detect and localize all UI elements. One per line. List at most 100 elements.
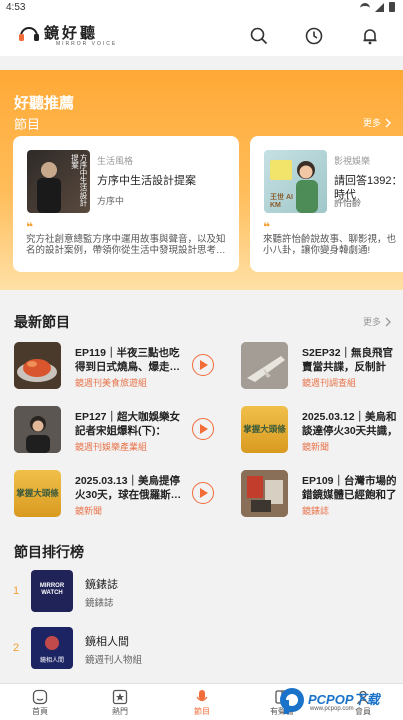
bell-icon (363, 29, 377, 45)
nav-programs[interactable]: 節目 (162, 684, 242, 720)
episode-cover: 掌握大頭條 (241, 406, 288, 453)
featured-section: 好聽推薦 節目 更多 方序中生活設計提案 生活風格 方序中生活設計提案 方序中 … (0, 70, 403, 290)
featured-cover-text: 王世 AI KM (270, 194, 293, 209)
episode-cover (14, 342, 61, 389)
featured-subtitle: 節目 (14, 117, 41, 132)
episode-item[interactable]: 掌握大頭條 2025.03.12｜美烏和談達停火30天共識，待… 鏡新聞 (241, 406, 403, 456)
featured-title-text: 方序中生活設計提案 (97, 175, 196, 187)
app-logo[interactable]: 鏡好聽 (18, 22, 98, 43)
chevron-right-icon (385, 118, 391, 127)
featured-card[interactable]: 王世 AI KM 影視娛樂 請回答1392：時代 許怡齡 ❝ 來聽許怡齡說故事、… (250, 136, 403, 272)
food-cover-image (14, 342, 61, 389)
ranking-subtitle: 鏡錶誌 (85, 598, 114, 609)
watermark-sub: www.pcpop.com (310, 706, 354, 712)
ranking-item[interactable]: 1 MIRROR WATCH 鏡錶誌 鏡錶誌 (0, 570, 403, 622)
jet-cover-image (241, 342, 288, 389)
chevron-right-icon (385, 317, 391, 326)
home-icon (32, 689, 48, 705)
system-icons (360, 2, 395, 12)
clock-icon (305, 27, 323, 45)
ranking-title: 鏡錶誌 (85, 579, 118, 591)
ranking-cover-text: 鏡相人間 (39, 658, 64, 664)
watermark-overlay: PCPOP下载 www.pcpop.com (276, 683, 403, 720)
nav-home[interactable]: 首頁 (0, 684, 80, 720)
episode-item[interactable]: S2EP32｜無良飛官賣當共諜，反制計畫、… 鏡週刊調查組 (241, 342, 403, 392)
star-icon (112, 689, 128, 705)
quote-icon: ❝ (26, 220, 34, 234)
episode-cover: 掌握大頭條 (14, 470, 61, 517)
featured-category: 生活風格 (97, 156, 134, 166)
episode-item[interactable]: EP127｜超大咖娛樂女記者宋姐爆料(下)：追… 鏡週刊娛樂產業組 (14, 406, 224, 456)
search-icon (250, 27, 268, 45)
play-button[interactable] (192, 418, 214, 440)
episode-title: EP119｜半夜三點也吃得到日式燒鳥、爆走… (75, 347, 180, 373)
play-icon (200, 360, 208, 370)
episode-item[interactable]: EP119｜半夜三點也吃得到日式燒鳥、爆走… 鏡週刊美食旅遊組 (14, 342, 224, 392)
logo-subtext: MIRROR VOICE (56, 41, 118, 47)
ranking-subtitle: 鏡週刊人物組 (85, 655, 143, 666)
nav-programs-label: 節目 (194, 707, 210, 716)
ranking-item[interactable]: 2 鏡相人間 鏡相人間 鏡週刊人物組 (0, 627, 403, 679)
rank-number: 2 (13, 642, 20, 654)
featured-cover: 王世 AI KM (264, 150, 327, 213)
episode-source: 鏡錶誌 (302, 506, 330, 516)
quote-icon: ❝ (263, 220, 271, 234)
featured-card[interactable]: 方序中生活設計提案 生活風格 方序中生活設計提案 方序中 ❝ 究方社創意總監方序… (13, 136, 239, 272)
notifications-button[interactable] (358, 24, 382, 48)
logo-text: 鏡好聽 (44, 25, 99, 42)
headphones-logo-icon (19, 26, 39, 41)
episode-cover-text: 掌握大頭條 (243, 424, 286, 434)
signal-icon (375, 2, 384, 12)
episode-cover (241, 470, 288, 517)
ranking-cover-text: MIRROR WATCH (39, 583, 65, 596)
featured-description: 來聽許怡齡說故事、聊影視，也小八卦，讓你變身韓劇通! (263, 234, 397, 256)
featured-title: 好聽推薦 (14, 95, 75, 112)
featured-description: 究方社創意總監方序中運用故事與聲音，以及知名的設計案例，帶領你從生活中發現設計思… (26, 234, 226, 256)
latest-section-title: 最新節目 (14, 314, 70, 330)
latest-more-link[interactable]: 更多 (363, 315, 391, 328)
featured-host: 方序中 (97, 196, 125, 206)
nav-popular[interactable]: 熱門 (80, 684, 160, 720)
battery-icon (389, 2, 395, 12)
play-button[interactable] (192, 482, 214, 504)
ranking-cover: MIRROR WATCH (31, 570, 73, 612)
app-bar: 鏡好聽 MIRROR VOICE (0, 16, 403, 56)
featured-host: 許怡齡 (334, 198, 362, 208)
watermark-logo-icon (280, 688, 304, 714)
episode-cover-text: 掌握大頭條 (16, 488, 59, 498)
episode-source: 鏡新聞 (75, 506, 103, 516)
featured-category: 影視娛樂 (334, 156, 371, 166)
episode-title: EP109｜台灣市場的錯鏡媒體已經飽和了嗎… (302, 475, 397, 501)
episode-title: 2025.03.12｜美烏和談達停火30天共識，待… (302, 411, 398, 437)
wifi-icon (360, 3, 370, 11)
nav-home-label: 首頁 (32, 707, 48, 716)
mic-icon (196, 690, 208, 702)
nav-popular-label: 熱門 (112, 707, 128, 716)
rank-number: 1 (13, 585, 20, 597)
episode-item[interactable]: EP109｜台灣市場的錯鏡媒體已經飽和了嗎… 鏡錶誌 (241, 470, 403, 520)
episode-title: EP127｜超大咖娛樂女記者宋姐爆料(下)：追… (75, 411, 181, 437)
episode-title: 2025.03.13｜美烏提停火30天，球在俄羅斯… (75, 475, 182, 501)
featured-cover-text: 方序中生活設計提案 (70, 154, 89, 207)
episode-cover (14, 406, 61, 453)
latest-more-label: 更多 (362, 317, 381, 327)
featured-more-label: 更多 (362, 118, 381, 128)
episode-source: 鏡週刊調查組 (302, 378, 357, 388)
play-icon (200, 424, 208, 434)
history-button[interactable] (302, 24, 326, 48)
featured-more-link[interactable]: 更多 (363, 116, 391, 129)
ranking-cover: 鏡相人間 (31, 627, 73, 669)
play-button[interactable] (192, 354, 214, 376)
ranking-section-title: 節目排行榜 (14, 544, 84, 560)
status-bar: 4:53 (0, 0, 403, 16)
magazine-cover-image (241, 470, 288, 517)
ranking-title: 鏡相人間 (85, 636, 129, 648)
featured-cover: 方序中生活設計提案 (27, 150, 90, 213)
person-cover-image (14, 406, 61, 453)
episode-source: 鏡新聞 (302, 442, 330, 452)
episode-source: 鏡週刊娛樂產業組 (75, 442, 148, 452)
search-button[interactable] (247, 24, 271, 48)
episode-item[interactable]: 掌握大頭條 2025.03.13｜美烏提停火30天，球在俄羅斯… 鏡新聞 (14, 470, 224, 520)
status-time: 4:53 (6, 2, 26, 13)
episode-source: 鏡週刊美食旅遊組 (75, 378, 148, 388)
